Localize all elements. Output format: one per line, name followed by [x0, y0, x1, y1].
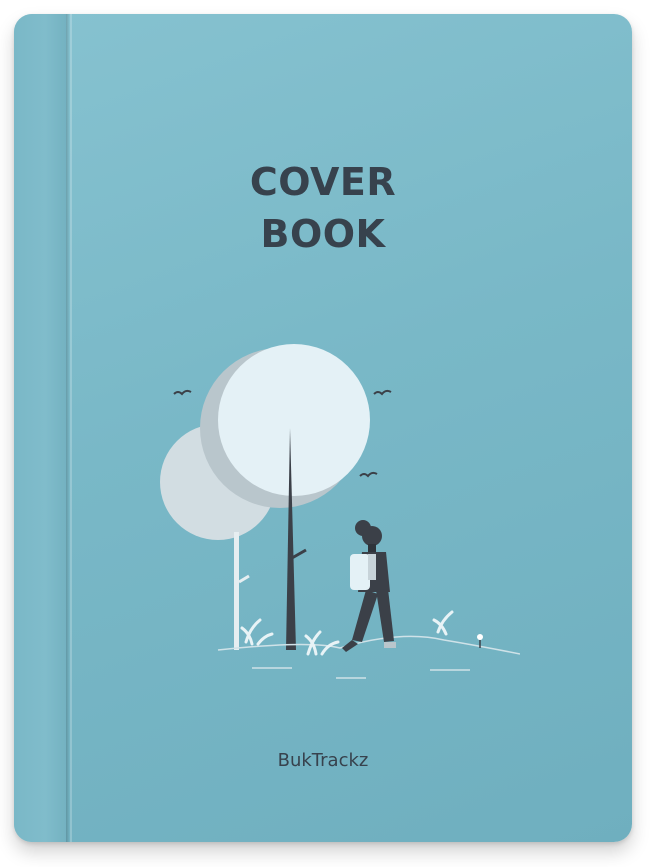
book-title: COVER BOOK — [14, 156, 632, 260]
hiker-illustration — [160, 344, 520, 679]
book-cover: COVER BOOK BukTrackz — [14, 14, 632, 842]
book-author: BukTrackz — [277, 750, 369, 771]
book-title-line-1: COVER — [249, 160, 397, 204]
grass-icon — [240, 618, 274, 646]
front-tree-foliage — [218, 344, 370, 496]
book-title-line-2: BOOK — [260, 212, 386, 256]
spine-highlight — [70, 14, 72, 842]
bird-icon — [173, 389, 192, 396]
spine-crease — [66, 14, 69, 842]
back-tree-trunk — [234, 532, 239, 650]
grass-icon — [432, 610, 454, 636]
flower-icon — [477, 634, 483, 640]
hiker-figure — [342, 520, 396, 652]
book-spine — [14, 14, 66, 842]
bird-icon — [359, 471, 378, 478]
grass-icon — [304, 630, 340, 656]
bird-icon — [373, 389, 392, 396]
book-cover-stage: COVER BOOK BukTrackz — [0, 0, 658, 867]
